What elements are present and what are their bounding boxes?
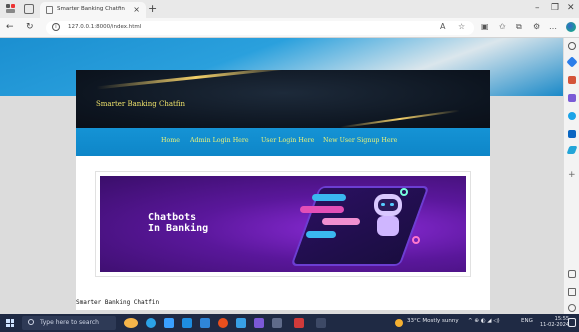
shopping-icon[interactable] <box>568 76 576 84</box>
weather-icon <box>395 319 403 327</box>
tag-icon[interactable] <box>566 56 578 68</box>
hero-caption: Chatbots In Banking <box>148 212 208 234</box>
hero-caption-line1: Chatbots <box>148 212 197 223</box>
windows-taskbar: Type here to search 33°C Mostly sunny ^ … <box>0 314 579 332</box>
robot-eye <box>381 203 385 206</box>
chat-bubble <box>322 218 360 225</box>
site-container: Smarter Banking Chatfin Home Admin Login… <box>76 70 490 310</box>
minimize-button[interactable]: – <box>535 3 540 13</box>
vscode-icon[interactable] <box>254 318 264 328</box>
menu-link-user-signup[interactable]: New User Signup Here <box>323 137 397 144</box>
widgets-icon[interactable] <box>124 318 138 328</box>
profile-icon[interactable] <box>6 4 16 14</box>
robot-eye <box>390 203 394 206</box>
extensions-icon[interactable]: ⚙ <box>533 22 540 31</box>
workspaces-icon[interactable] <box>24 4 34 14</box>
open-window-icon[interactable] <box>568 288 576 296</box>
site-info-icon[interactable]: i <box>52 23 60 31</box>
robot-illustration <box>368 194 408 242</box>
main-menu: Home Admin Login Here User Login Here Ne… <box>76 128 490 156</box>
copilot-icon[interactable] <box>566 22 576 32</box>
games-icon[interactable] <box>568 112 576 120</box>
search-icon[interactable] <box>568 42 576 50</box>
hero-image-frame: Chatbots In Banking <box>95 171 471 277</box>
refresh-icon[interactable]: ↻ <box>26 22 34 32</box>
page-viewport: Smarter Banking Chatfin Home Admin Login… <box>0 38 563 314</box>
page-favicon-icon <box>46 6 53 14</box>
language-indicator[interactable]: ENG <box>521 318 533 324</box>
more-menu-icon[interactable]: … <box>549 22 557 31</box>
address-bar[interactable]: i 127.0.0.1:8000/index.html <box>46 21 474 35</box>
browser-tab-strip: Smarter Banking Chatfin × + – ❐ ✕ <box>0 0 579 18</box>
notifications-icon[interactable] <box>568 318 576 327</box>
mail-icon[interactable] <box>182 318 192 328</box>
weather-text[interactable]: 33°C Mostly sunny <box>407 318 459 324</box>
robot-body <box>377 216 399 236</box>
tab-title: Smarter Banking Chatfin <box>57 6 125 12</box>
menu-link-admin-login[interactable]: Admin Login Here <box>190 137 249 144</box>
back-arrow-icon[interactable]: ← <box>6 22 14 32</box>
url-text[interactable]: 127.0.0.1:8000/index.html <box>68 24 141 30</box>
collections-icon[interactable]: ⧉ <box>516 22 522 32</box>
sidebar-layout-icon[interactable] <box>568 270 576 278</box>
send-icon[interactable] <box>566 146 578 154</box>
clock-date: 11-02-2024 <box>540 322 570 328</box>
hero-caption-line2: In Banking <box>148 223 209 234</box>
chat-bubble <box>300 206 344 213</box>
close-tab-icon[interactable]: × <box>133 5 140 14</box>
edge-taskbar-icon[interactable] <box>146 318 156 328</box>
site-header-banner: Smarter Banking Chatfin <box>76 70 490 128</box>
split-screen-icon[interactable]: ▣ <box>481 22 489 31</box>
tools-icon[interactable] <box>568 94 576 102</box>
photos-icon[interactable] <box>236 318 246 328</box>
hero-image: Chatbots In Banking <box>100 176 466 272</box>
terminal-icon[interactable] <box>316 318 326 328</box>
taskbar-search[interactable]: Type here to search <box>22 316 116 330</box>
light-streak <box>96 70 296 90</box>
taskbar-clock[interactable]: 15:55 11-02-2024 <box>540 316 569 328</box>
explorer-icon[interactable] <box>200 318 210 328</box>
close-window-button[interactable]: ✕ <box>567 3 575 13</box>
new-tab-button[interactable]: + <box>148 2 157 15</box>
office-icon[interactable] <box>568 130 576 138</box>
chrome-icon[interactable] <box>218 318 228 328</box>
app-icon[interactable] <box>294 318 304 328</box>
gear-icon <box>412 236 420 244</box>
tray-icons[interactable]: ^ ⊕ ◐ ◢ ◁) <box>468 318 500 324</box>
store-icon[interactable] <box>164 318 174 328</box>
site-brand: Smarter Banking Chatfin <box>96 100 186 108</box>
settings-icon[interactable] <box>568 304 576 312</box>
app-icon[interactable] <box>272 318 282 328</box>
edge-sidebar: + <box>563 38 579 314</box>
chat-bubble <box>312 194 346 201</box>
favorites-icon[interactable]: ✩ <box>499 22 506 31</box>
taskbar-search-placeholder: Type here to search <box>40 319 99 326</box>
start-button[interactable] <box>6 319 14 327</box>
menu-link-home[interactable]: Home <box>161 137 180 144</box>
browser-tab[interactable]: Smarter Banking Chatfin × <box>40 2 146 18</box>
light-streak <box>340 109 460 128</box>
search-icon <box>28 319 34 325</box>
read-aloud-icon[interactable]: A <box>440 22 445 31</box>
chat-bubble <box>306 231 336 238</box>
restore-button[interactable]: ❐ <box>551 3 559 13</box>
address-toolbar: ← ↻ i 127.0.0.1:8000/index.html A ☆ ▣ ✩ … <box>0 18 579 38</box>
favorite-star-icon[interactable]: ☆ <box>458 22 465 31</box>
site-footer: Smarter Banking Chatfin <box>76 299 160 306</box>
menu-link-user-login[interactable]: User Login Here <box>261 137 314 144</box>
add-icon[interactable]: + <box>568 170 576 180</box>
